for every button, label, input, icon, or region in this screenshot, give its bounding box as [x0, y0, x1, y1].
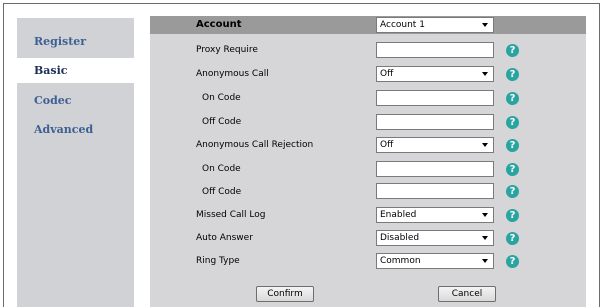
anonymous-call-value: Off — [380, 69, 394, 79]
chevron-down-icon — [482, 72, 488, 76]
sidebar: Register Basic Codec Advanced — [17, 18, 134, 307]
help-icon[interactable]: ? — [506, 139, 519, 152]
account-select-value: Account 1 — [380, 20, 425, 30]
auto-answer-label: Auto Answer — [196, 233, 253, 243]
sidebar-item-register[interactable]: Register — [17, 29, 134, 54]
account-label: Account — [196, 19, 242, 30]
ring-type-select[interactable]: Common — [376, 253, 494, 269]
chevron-down-icon — [482, 23, 488, 27]
rejection-on-code-input[interactable] — [376, 161, 494, 177]
chevron-down-icon — [482, 143, 488, 147]
anonymous-call-select[interactable]: Off — [376, 66, 494, 82]
chevron-down-icon — [482, 213, 488, 217]
help-icon[interactable]: ? — [506, 92, 519, 105]
rejection-on-code-label: On Code — [202, 164, 241, 174]
proxy-require-label: Proxy Require — [196, 45, 258, 55]
anonymous-call-off-code-input[interactable] — [376, 114, 494, 130]
rejection-off-code-label: Off Code — [202, 187, 242, 197]
rejection-off-code-input[interactable] — [376, 183, 494, 199]
ring-type-label: Ring Type — [196, 256, 240, 266]
proxy-require-input[interactable] — [376, 42, 494, 58]
missed-call-log-value: Enabled — [380, 210, 417, 220]
auto-answer-select[interactable]: Disabled — [376, 230, 494, 246]
help-icon[interactable]: ? — [506, 209, 519, 222]
missed-call-log-label: Missed Call Log — [196, 210, 266, 220]
missed-call-log-select[interactable]: Enabled — [376, 207, 494, 223]
anonymous-call-rejection-label: Anonymous Call Rejection — [196, 140, 314, 150]
help-icon[interactable]: ? — [506, 185, 519, 198]
ring-type-value: Common — [380, 256, 421, 266]
anonymous-call-rejection-value: Off — [380, 140, 394, 150]
help-icon[interactable]: ? — [506, 232, 519, 245]
help-icon[interactable]: ? — [506, 255, 519, 268]
sidebar-item-codec[interactable]: Codec — [17, 88, 134, 113]
anonymous-call-on-code-label: On Code — [202, 93, 241, 103]
help-icon[interactable]: ? — [506, 68, 519, 81]
help-icon[interactable]: ? — [506, 116, 519, 129]
settings-panel: Account Account 1 Proxy Require ? Anonym… — [150, 16, 586, 307]
chevron-down-icon — [482, 236, 488, 240]
cancel-button[interactable]: Cancel — [438, 286, 496, 302]
help-icon[interactable]: ? — [506, 44, 519, 57]
anonymous-call-off-code-label: Off Code — [202, 117, 242, 127]
anonymous-call-on-code-input[interactable] — [376, 90, 494, 106]
help-icon[interactable]: ? — [506, 163, 519, 176]
anonymous-call-rejection-select[interactable]: Off — [376, 137, 494, 153]
sidebar-item-advanced[interactable]: Advanced — [17, 117, 134, 142]
auto-answer-value: Disabled — [380, 233, 420, 243]
account-select[interactable]: Account 1 — [376, 17, 494, 33]
confirm-button[interactable]: Confirm — [256, 286, 314, 302]
anonymous-call-label: Anonymous Call — [196, 69, 269, 79]
sidebar-item-basic[interactable]: Basic — [17, 58, 134, 83]
chevron-down-icon — [482, 259, 488, 263]
